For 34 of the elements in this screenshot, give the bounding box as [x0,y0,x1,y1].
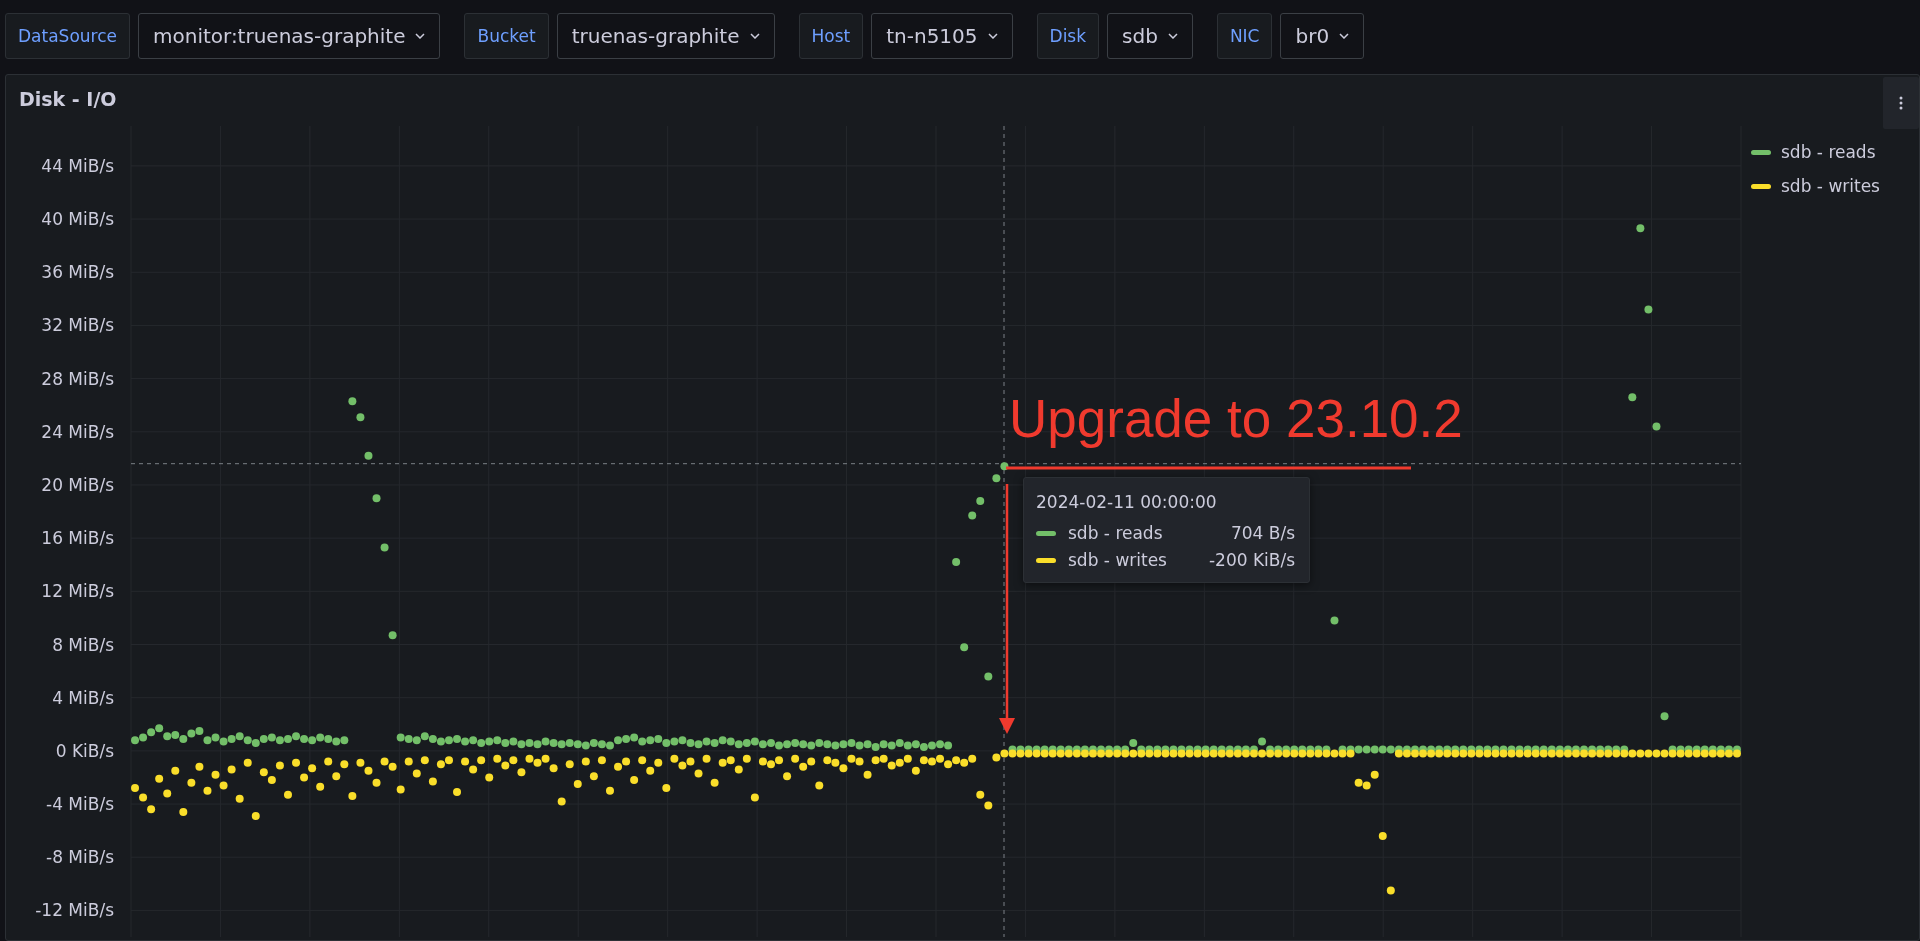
variable-dropdown[interactable]: tn-n5105 [871,13,1013,59]
axis-tick-label: -4 MiB/s [46,794,114,815]
variable-dropdown[interactable]: monitor:truenas-graphite [138,13,441,59]
axis-tick-label: 8 MiB/s [52,634,114,655]
series-name: sdb - writes [1068,550,1167,570]
axis-tick-label: 40 MiB/s [41,209,114,230]
variable-label: Host [798,13,864,59]
variable-dropdown[interactable]: br0 [1280,13,1365,59]
variable-label: DataSource [5,13,130,59]
axis-tick-label: -8 MiB/s [46,847,114,868]
variable-dropdown[interactable]: truenas-graphite [556,13,775,59]
variable-label: NIC [1216,13,1273,59]
legend-label[interactable]: sdb - writes [1781,176,1880,196]
axis-tick-label: 24 MiB/s [41,421,114,442]
axis-tick-label: 0 KiB/s [55,740,114,761]
series-value: -200 KiB/s [1209,550,1296,570]
legend-label[interactable]: sdb - reads [1781,142,1876,162]
variable-label: Bucket [464,13,549,59]
series-value: 704 B/s [1231,523,1296,543]
series-name: sdb - reads [1068,523,1164,543]
axis-tick-label: 36 MiB/s [41,262,114,283]
variable-label: Disk [1036,13,1100,59]
axis-tick-label: 28 MiB/s [41,368,114,389]
annotation-text: Upgrade to 23.10.2 [1009,388,1463,449]
axis-tick-label: -12 MiB/s [35,900,114,921]
variable-dropdown[interactable]: sdb [1107,13,1193,59]
axis-tick-label: 32 MiB/s [41,315,114,336]
axis-tick-label: 16 MiB/s [41,528,114,549]
axis-tick-label: 4 MiB/s [52,687,114,708]
axis-tick-label: 44 MiB/s [41,155,114,176]
axis-tick-label: 12 MiB/s [41,581,114,602]
axis-tick-label: 20 MiB/s [41,474,114,495]
panel-title: Disk - I/O [19,87,117,110]
tooltip-time: 2024-02-11 00:00:00 [1036,492,1218,512]
